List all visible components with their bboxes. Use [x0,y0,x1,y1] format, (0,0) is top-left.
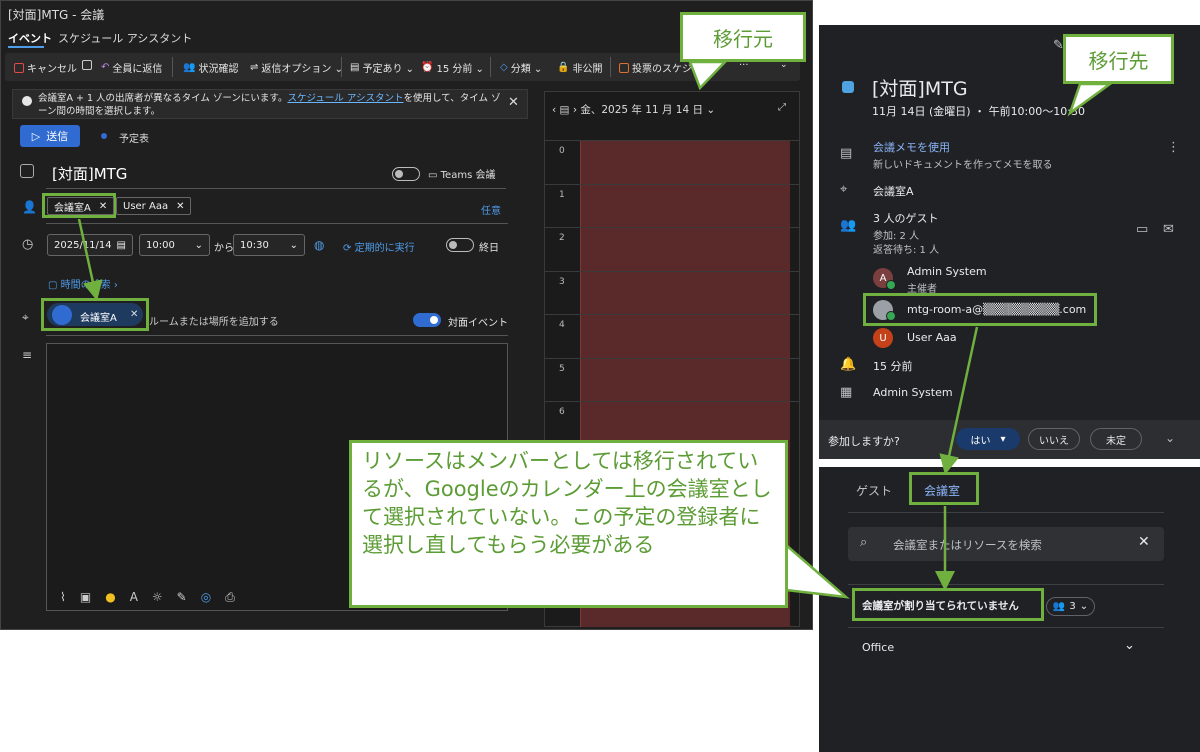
callout-note-tail [784,542,850,599]
arrow-guest-to-rooms-tab [939,326,979,475]
callout-source: 移行元 [680,12,806,62]
callout-destination: 移行先 [1063,34,1174,84]
callout-note: リソースはメンバーとしては移行されているが、Googleのカレンダー上の会議室と… [349,440,788,608]
callout-src-tail [688,60,728,91]
callout-dst-tail [1067,82,1114,117]
arrow-attendee-to-room [77,218,103,301]
annotation-arrows [77,60,1114,599]
